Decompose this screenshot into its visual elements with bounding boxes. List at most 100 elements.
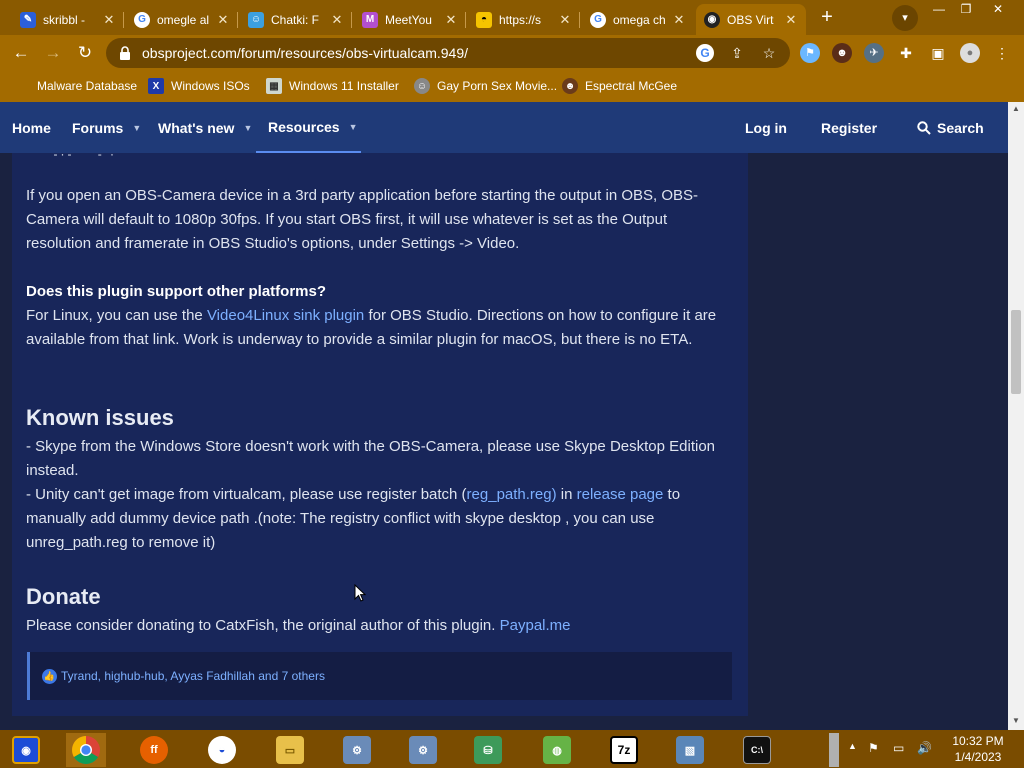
site-navigation: Home Forums ▼ What's new ▼ Resources ▼ Log … <box>0 102 1008 153</box>
reactions-users-link[interactable]: Tyrand, highub-hub, Ayyas Fadhillah and … <box>61 669 325 683</box>
action-center-flag-icon[interactable]: ⚑ <box>868 741 879 755</box>
photo-icon: ▧ <box>676 736 704 764</box>
reload-icon[interactable]: ↻ <box>72 40 98 66</box>
profile-extension-icon[interactable]: ☻ <box>832 43 852 63</box>
x-icon: X <box>148 78 164 94</box>
scroll-up-icon[interactable]: ▲ <box>1008 102 1024 116</box>
clock-time: 10:32 PM <box>952 734 1004 748</box>
extensions-puzzle-icon[interactable]: ✚ <box>896 43 916 63</box>
taskbar-terminal[interactable]: C:\ <box>737 733 777 767</box>
share-icon[interactable]: ⇪ <box>726 42 748 64</box>
bookmark-star-icon[interactable]: ☆ <box>758 42 780 64</box>
close-icon[interactable]: ✕ <box>558 12 572 28</box>
windows-taskbar: ◉ ff ◒ ▭ ⚙ ⚙ ⛁ ◍ 7z ▧ C:\ ▲ ⚑ ▭ 🔊 10:32 … <box>0 730 1024 768</box>
tray-chevron-up-icon[interactable]: ▲ <box>848 741 857 751</box>
close-icon[interactable]: ✕ <box>784 12 798 28</box>
issue-unity-start: - Unity can't get image from virtualcam,… <box>26 486 467 503</box>
show-desktop-grip[interactable] <box>829 733 839 767</box>
bookmark-gay-porn-sex-movie[interactable]: ☺ Gay Porn Sex Movie... <box>414 76 557 96</box>
search-link[interactable]: Search <box>917 102 984 153</box>
close-icon[interactable]: ✕ <box>216 12 230 28</box>
meetyou-favicon-icon: M <box>362 11 378 28</box>
close-icon[interactable]: ✕ <box>672 12 686 28</box>
bookmark-label: Gay Porn Sex Movie... <box>437 79 558 93</box>
address-bar[interactable]: obsproject.com/forum/resources/obs-virtu… <box>106 38 790 68</box>
tab-https[interactable]: ◓ https://s ✕ <box>468 4 580 35</box>
issue-unity: - Unity can't get image from virtualcam,… <box>26 483 726 555</box>
folder-icon: ▭ <box>276 736 304 764</box>
7zip-icon: 7z <box>610 736 638 764</box>
reg-path-link[interactable]: reg_path.reg) <box>467 486 557 503</box>
donate-text-start: Please consider donating to CatxFish, th… <box>26 617 500 634</box>
search-icon <box>917 120 931 135</box>
network-tray-icon[interactable]: ▭ <box>893 741 904 755</box>
google-lens-icon[interactable]: G <box>696 44 714 62</box>
volume-icon[interactable]: 🔊 <box>917 741 932 755</box>
taskbar-installer-2[interactable]: ⚙ <box>403 733 443 767</box>
minimize-icon[interactable]: — <box>925 2 953 18</box>
tab-title: https://s <box>499 12 542 27</box>
close-window-icon[interactable]: ✕ <box>984 2 1012 18</box>
login-link[interactable]: Log in <box>745 102 787 153</box>
taskbar-photos[interactable]: ▧ <box>670 733 710 767</box>
bookmark-label: Malware Database <box>37 79 138 93</box>
airplane-extension-icon[interactable]: ✈ <box>864 43 884 63</box>
tab-title: Chatki: F <box>271 12 320 27</box>
tab-title: omega ch <box>613 12 666 27</box>
taskbar-drive[interactable]: ◍ <box>537 733 577 767</box>
back-icon[interactable]: ← <box>8 40 34 66</box>
taskbar-firefox[interactable]: ff <box>134 733 174 767</box>
taskbar-obama[interactable]: ◒ <box>202 733 242 767</box>
tab-meetyou[interactable]: M MeetYou ✕ <box>354 4 466 35</box>
tab-search-icon[interactable]: ▾ <box>892 5 918 31</box>
nav-home[interactable]: Home <box>12 102 51 153</box>
tab-omega[interactable]: G omega ch ✕ <box>582 4 694 35</box>
bookmark-windows-isos[interactable]: X Windows ISOs <box>148 76 250 96</box>
taskbar-chrome[interactable] <box>66 733 106 767</box>
tab-omegle[interactable]: G omegle al ✕ <box>126 4 238 35</box>
chevron-down-icon[interactable]: ▼ <box>132 123 141 133</box>
taskbar-7zip[interactable]: 7z <box>604 733 644 767</box>
google-favicon-icon: G <box>590 11 606 28</box>
chevron-down-icon[interactable]: ▼ <box>243 123 252 133</box>
release-page-link[interactable]: release page <box>577 486 664 503</box>
nav-whats-new[interactable]: What's new ▼ <box>158 102 252 153</box>
taskbar-file-explorer[interactable]: ▭ <box>270 733 310 767</box>
paypal-link[interactable]: Paypal.me <box>500 617 571 634</box>
tab-obs-virtualcam[interactable]: ◉ OBS Virt ✕ <box>696 4 806 35</box>
nav-resources-label: Resources <box>268 118 340 135</box>
more-menu-icon[interactable]: ⋮ <box>992 43 1012 63</box>
system-clock[interactable]: 10:32 PM 1/4/2023 <box>938 733 1018 765</box>
register-link[interactable]: Register <box>821 102 877 153</box>
tab-skribbl[interactable]: ✎ skribbl - ✕ <box>12 4 124 35</box>
nav-resources[interactable]: Resources ▼ <box>256 102 361 153</box>
scrollbar-thumb[interactable] <box>1011 310 1021 394</box>
chevron-down-icon[interactable]: ▼ <box>349 122 358 132</box>
close-icon[interactable]: ✕ <box>330 12 344 28</box>
profile-avatar-icon[interactable]: ● <box>960 43 980 63</box>
bookmark-espectral-mcgee[interactable]: ☻ Espectral McGee <box>562 76 677 96</box>
taskbar-network[interactable]: ⛁ <box>468 733 508 767</box>
close-icon[interactable]: ✕ <box>102 12 116 28</box>
forward-icon[interactable]: → <box>40 40 66 66</box>
new-tab-button[interactable]: + <box>815 6 839 30</box>
nav-forums[interactable]: Forums ▼ <box>72 102 141 153</box>
scroll-down-icon[interactable]: ▼ <box>1008 714 1024 728</box>
donate-heading: Donate <box>26 584 101 609</box>
search-label: Search <box>937 119 984 136</box>
trans-flag-extension-icon[interactable]: ⚑ <box>800 43 820 63</box>
clock-date: 1/4/2023 <box>954 750 1002 764</box>
tab-chatki[interactable]: ☺ Chatki: F ✕ <box>240 4 352 35</box>
video4linux-link[interactable]: Video4Linux sink plugin <box>207 307 364 324</box>
close-icon[interactable]: ✕ <box>444 12 458 28</box>
page-scrollbar[interactable]: ▲ ▼ <box>1008 102 1024 730</box>
taskbar-winamp[interactable]: ◉ <box>6 733 46 767</box>
side-panel-icon[interactable]: ▣ <box>928 43 948 63</box>
drive-icon: ◍ <box>543 736 571 764</box>
restore-icon[interactable]: ❐ <box>952 2 980 18</box>
tab-title: omegle al <box>157 12 210 27</box>
obama-icon: ◒ <box>208 736 236 764</box>
taskbar-installer-1[interactable]: ⚙ <box>337 733 377 767</box>
bookmark-malware-database[interactable]: Malware Database <box>14 76 137 96</box>
bookmark-windows-11-installer[interactable]: ▦ Windows 11 Installer <box>266 76 399 96</box>
